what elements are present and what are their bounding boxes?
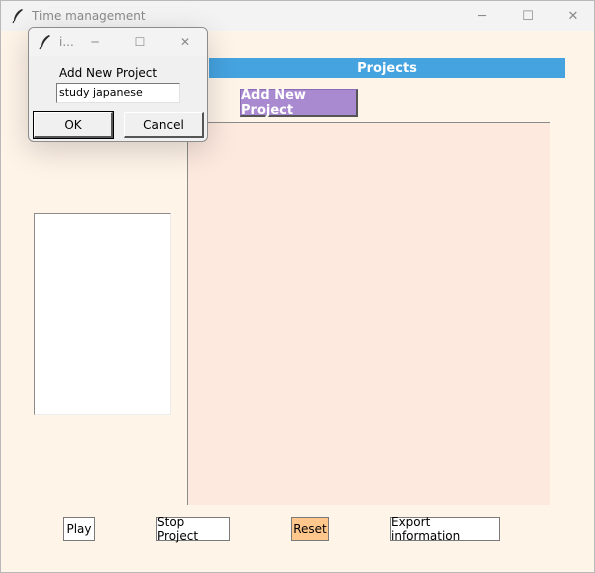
stop-project-button[interactable]: Stop Project	[156, 515, 230, 543]
add-new-project-button[interactable]: Add New Project	[240, 88, 358, 118]
minimize-icon: ─	[91, 35, 99, 49]
window-title: Time management	[32, 9, 146, 23]
ok-button[interactable]: OK	[33, 111, 114, 139]
dialog-title: i...	[59, 35, 74, 49]
play-button[interactable]: Play	[63, 517, 95, 541]
add-project-dialog: i... ─ ☐ ✕ Add New Project study japanes…	[28, 27, 208, 142]
feather-icon	[12, 9, 23, 24]
maximize-button[interactable]: ☐	[505, 1, 551, 31]
feather-icon	[39, 35, 50, 50]
dialog-title-bar[interactable]: i... ─ ☐ ✕	[29, 28, 207, 56]
projects-canvas[interactable]	[187, 122, 550, 505]
cancel-button[interactable]: Cancel	[124, 112, 204, 138]
project-listbox[interactable]	[34, 213, 171, 415]
maximize-icon: ☐	[522, 8, 534, 24]
maximize-icon: ☐	[134, 35, 146, 49]
export-information-button[interactable]: Export information	[390, 515, 500, 543]
projects-header: Projects	[209, 58, 565, 78]
minimize-button[interactable]: ─	[459, 1, 505, 31]
project-name-input[interactable]: study japanese	[56, 83, 180, 103]
reset-button[interactable]: Reset	[291, 517, 329, 541]
dialog-maximize-button[interactable]: ☐	[120, 28, 160, 56]
close-button[interactable]: ✕	[550, 1, 595, 31]
dialog-prompt: Add New Project	[59, 66, 158, 80]
minimize-icon: ─	[478, 8, 486, 24]
close-icon: ✕	[567, 8, 579, 24]
close-icon: ✕	[179, 35, 191, 49]
dialog-close-button[interactable]: ✕	[165, 28, 205, 56]
dialog-minimize-button[interactable]: ─	[75, 28, 115, 56]
